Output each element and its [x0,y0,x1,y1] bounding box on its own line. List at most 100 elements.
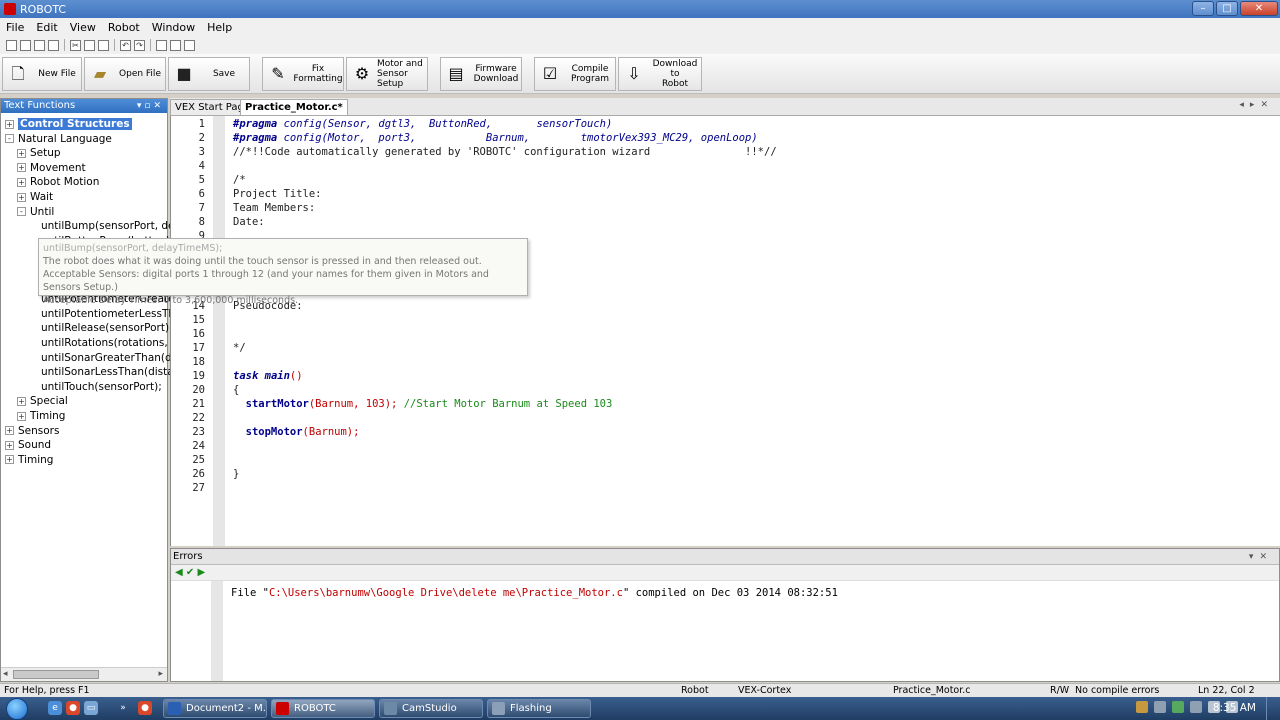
errors-close-icon[interactable]: ✕ [1259,552,1273,562]
menu-file[interactable]: File [6,21,24,34]
code-line[interactable]: /* [171,173,1280,187]
scrollbar-thumb[interactable] [13,670,99,679]
expand-icon[interactable]: + [5,440,14,450]
save-icon[interactable] [34,39,45,51]
tab-practice-motor[interactable]: Practice_Motor.c* [240,99,348,115]
show-desktop-button[interactable] [1266,697,1280,720]
expand-icon[interactable]: + [17,163,26,173]
scroll-left-icon[interactable]: ◂ [3,669,8,679]
new-file-button[interactable]: 🗋 New File [2,57,82,91]
tree-item[interactable]: + Timing [5,453,53,467]
code-line[interactable]: //*!!Code automatically generated by 'RO… [171,145,1280,159]
expand-icon[interactable]: + [17,396,26,406]
collapse-icon[interactable]: - [5,134,14,144]
compile-message[interactable]: File "C:\Users\barnumw\Google Drive\dele… [231,587,838,599]
compile-program-button[interactable]: ☑ Compile Program [534,57,616,91]
fix-formatting-button[interactable]: ✎ Fix Formatting [262,57,344,91]
cut-icon[interactable]: ✂ [70,39,81,51]
tree-horizontal-scrollbar[interactable]: ◂ ▸ [1,667,167,681]
chrome-icon[interactable]: ● [66,701,80,715]
tree-item[interactable]: + Special [17,394,68,408]
next-error-icon[interactable]: ▶ [197,567,205,578]
expand-icon[interactable]: + [5,455,14,465]
code-line[interactable]: } [171,467,1280,481]
close-button[interactable]: ✕ [1240,1,1278,16]
maximize-button[interactable]: □ [1216,1,1238,16]
print-icon[interactable] [184,39,195,51]
tree-item[interactable]: + Setup [17,146,61,160]
menu-view[interactable]: View [70,21,96,34]
code-line[interactable]: Team Members: [171,201,1280,215]
expand-icon[interactable]: + [17,177,26,187]
tree-item[interactable]: + Robot Motion [17,175,99,189]
code-line[interactable]: { [171,383,1280,397]
task-robotc[interactable]: ROBOTC [271,699,375,718]
tree-item[interactable]: untilTouch(sensorPort); [41,380,162,394]
tab-scroll-left-icon[interactable]: ◂ [1239,100,1250,110]
expand-icon[interactable]: + [5,426,14,436]
save-button[interactable]: ■ Save [168,57,250,91]
task-camstudio[interactable]: CamStudio [379,699,483,718]
tray-icon[interactable] [1136,701,1148,713]
previous-error-icon[interactable]: ◀ [175,567,183,578]
tree-item[interactable]: + Sensors [5,424,59,438]
find-icon[interactable] [156,39,167,51]
tray-icon[interactable] [1154,701,1166,713]
explorer-icon[interactable]: ▭ [84,701,98,715]
new-icon[interactable] [6,39,17,51]
minimize-button[interactable]: – [1192,1,1214,16]
expand-icon[interactable]: + [17,192,26,202]
copy-icon[interactable] [84,39,95,51]
tab-scroll-right-icon[interactable]: ▸ [1250,100,1261,110]
menu-edit[interactable]: Edit [36,21,57,34]
code-line[interactable]: Project Title: [171,187,1280,201]
expand-icon[interactable]: + [5,119,14,129]
code-line[interactable]: task main() [171,369,1280,383]
menu-help[interactable]: Help [207,21,232,34]
tray-icon[interactable] [1190,701,1202,713]
save-all-icon[interactable] [48,39,59,51]
code-line[interactable]: stopMotor(Barnum); [171,425,1280,439]
code-line[interactable]: #pragma config(Motor, port3, Barnum, tmo… [171,131,1280,145]
tray-icon[interactable] [1172,701,1184,713]
code-editor[interactable]: #pragma config(Sensor, dgtl3, ButtonRed,… [170,116,1280,546]
tree-item[interactable]: + Sound [5,438,51,452]
tree-item[interactable]: + Wait [17,190,53,204]
binoculars-icon[interactable] [170,39,181,51]
code-line[interactable]: #pragma config(Sensor, dgtl3, ButtonRed,… [171,117,1280,131]
chrome-pinned-icon[interactable]: ● [138,701,152,715]
tree-item[interactable]: + Movement [17,161,86,175]
tab-close-icon[interactable]: ✕ [1260,100,1274,110]
taskbar-overflow-icon[interactable]: » [116,701,130,715]
panel-close-icon[interactable]: ✕ [153,101,164,111]
paste-icon[interactable] [98,39,109,51]
scroll-right-icon[interactable]: ▸ [158,669,163,679]
dropdown-icon[interactable]: ▾ [1249,552,1260,562]
expand-icon[interactable]: + [17,411,26,421]
ie-icon[interactable]: e [48,701,62,715]
collapse-icon[interactable]: - [17,207,26,217]
task-flashing[interactable]: Flashing [487,699,591,718]
start-button[interactable] [6,698,28,720]
download-to-robot-button[interactable]: ⇩ Download to Robot [618,57,702,91]
tree-item[interactable]: untilRelease(sensorPort); [41,321,173,335]
open-file-button[interactable]: ▰ Open File [84,57,166,91]
tree-item[interactable]: + Timing [17,409,65,423]
redo-icon[interactable]: ↷ [134,39,145,51]
code-line[interactable]: */ [171,341,1280,355]
expand-icon[interactable]: + [17,148,26,158]
checkmark-icon[interactable]: ✔ [186,567,194,578]
firmware-download-button[interactable]: ▤ Firmware Download [440,57,522,91]
tree-item[interactable]: + Control Structures [5,117,132,131]
open-icon[interactable] [20,39,31,51]
code-line[interactable]: Date: [171,215,1280,229]
menu-robot[interactable]: Robot [108,21,140,34]
tree-item[interactable]: - Until [17,205,54,219]
task-document2[interactable]: Document2 - M... [163,699,267,718]
taskbar-clock[interactable]: 8:35 AM [1213,697,1256,720]
menu-window[interactable]: Window [152,21,195,34]
undo-icon[interactable]: ↶ [120,39,131,51]
tree-item[interactable]: - Natural Language [5,132,112,146]
code-line[interactable]: startMotor(Barnum, 103); //Start Motor B… [171,397,1280,411]
motor-sensor-setup-button[interactable]: ⚙ Motor and Sensor Setup [346,57,428,91]
